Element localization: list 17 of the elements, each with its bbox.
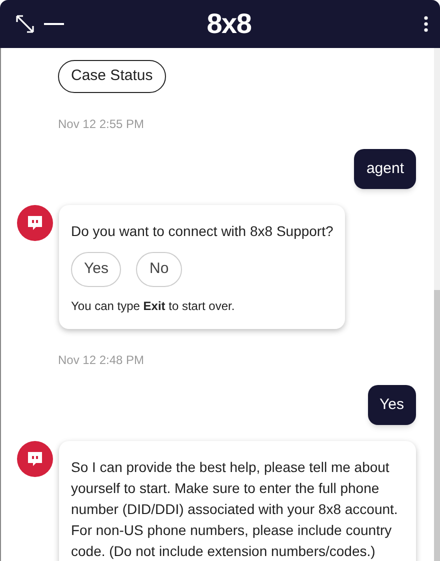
choice-button[interactable]: Yes xyxy=(71,252,122,287)
hint-text: You can type Exit to start over. xyxy=(71,298,236,315)
user-message: agent xyxy=(354,149,416,189)
logo: 8x8 xyxy=(206,7,252,41)
timestamp: Nov 12 2:48 PM xyxy=(57,352,146,369)
quick-reply-button[interactable]: Case Status xyxy=(58,60,166,93)
minimize-icon[interactable] xyxy=(44,22,64,26)
timestamp: Nov 12 2:55 PM xyxy=(57,116,146,133)
scrollbar-thumb[interactable] xyxy=(434,290,440,561)
choice-button[interactable]: No xyxy=(136,252,182,287)
bot-avatar-icon xyxy=(17,205,53,241)
bot-message-text: Do you want to connect with 8x8 Support? xyxy=(71,222,334,241)
more-options-icon[interactable] xyxy=(424,16,428,32)
bot-message-text: So I can provide the best help, please tell me about yourself to start. Make sure to enter the full phone number (DID/DDI) associated with your 8x8 account. For non-US phone numbers, please include country code. (Do not include extension numbers/codes.) xyxy=(71,458,399,561)
user-message: Yes xyxy=(368,385,416,425)
expand-icon[interactable] xyxy=(14,13,36,35)
bot-avatar-icon xyxy=(17,441,53,477)
